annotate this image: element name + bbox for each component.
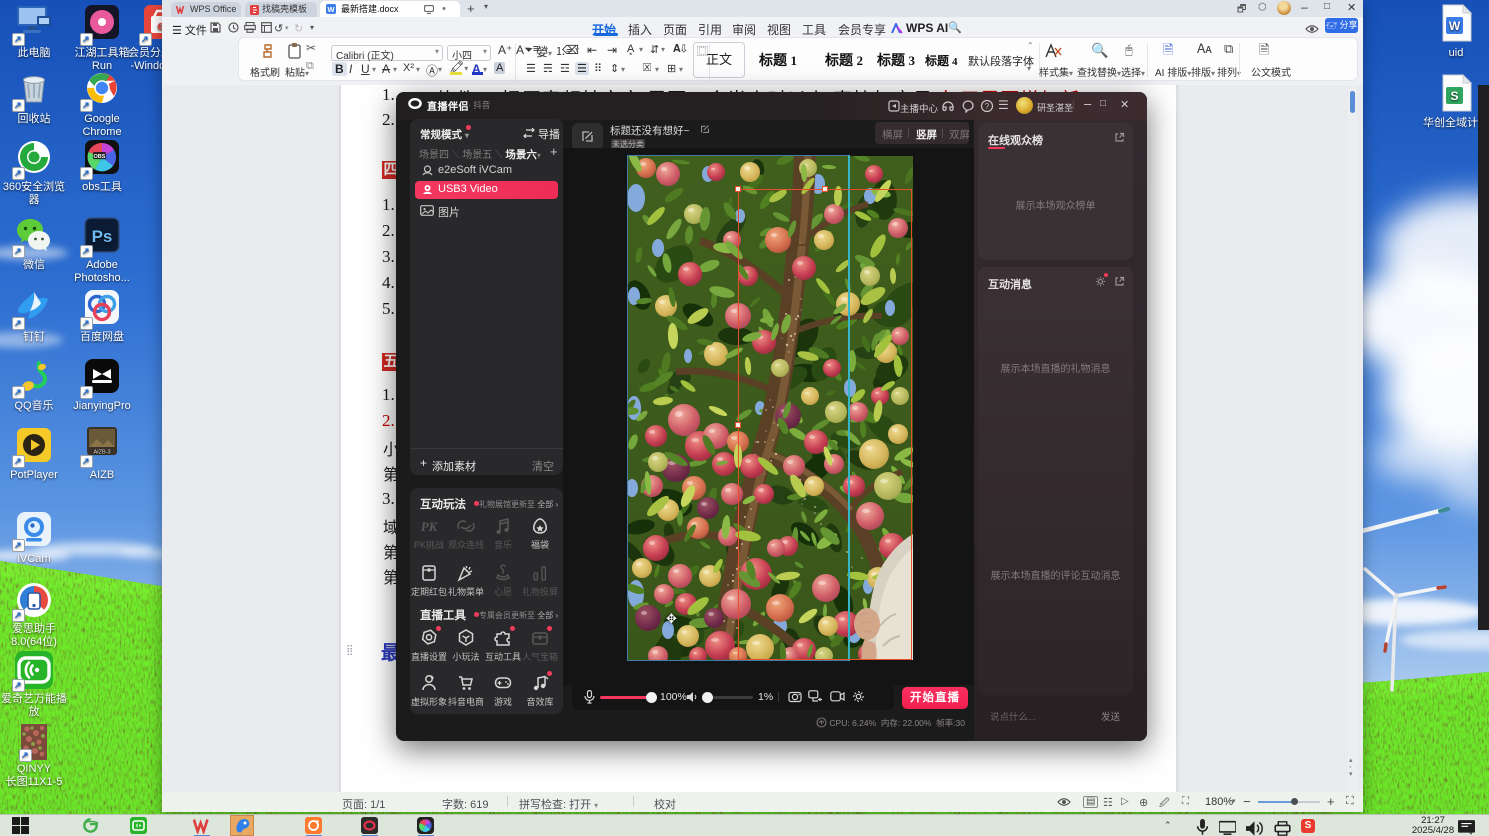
svg-text:AIZB-3: AIZB-3 [93, 450, 110, 456]
svg-text:W: W [1449, 19, 1461, 33]
svg-text:Ps: Ps [92, 227, 113, 246]
svg-text:S: S [1450, 89, 1458, 103]
svg-text:OBS: OBS [94, 154, 106, 160]
svg-text:W: W [327, 5, 335, 14]
svg-text:?: ? [985, 102, 990, 111]
svg-text:PK: PK [421, 519, 439, 534]
